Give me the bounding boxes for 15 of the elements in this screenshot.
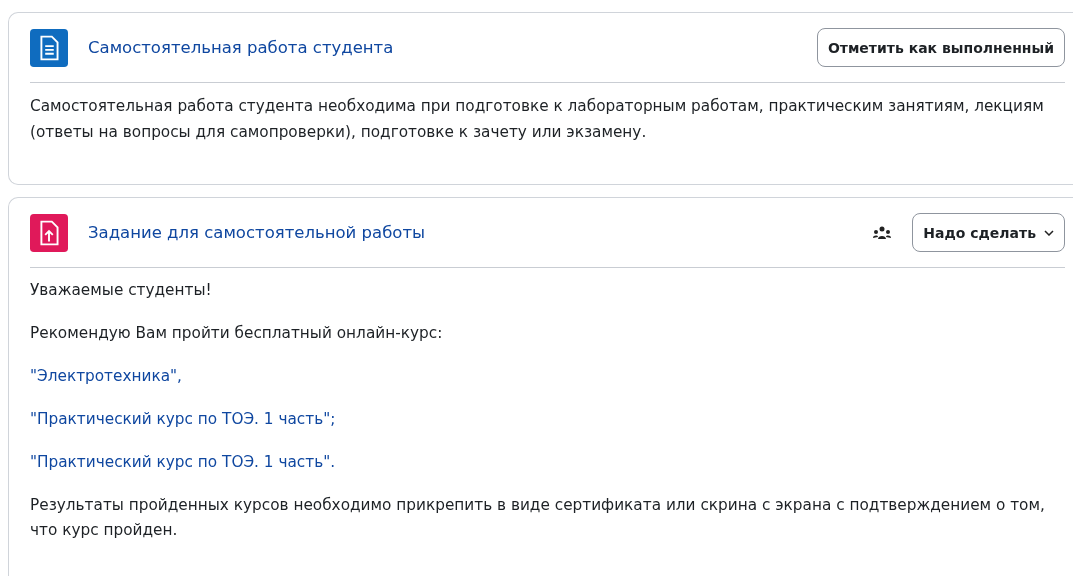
mark-done-button[interactable]: Отметить как выполненный (816, 28, 1065, 67)
activity-title[interactable]: Задание для самостоятельной работы (88, 223, 426, 242)
course-link[interactable]: "Электротехника", (30, 367, 182, 385)
group-icon (872, 224, 893, 241)
caret-icon (1044, 229, 1054, 236)
description-text: Результаты пройденных курсов необходимо прикрепить в виде сертификата или скрина с экрана с подтверждением о том, что курс пройден. (30, 495, 1046, 541)
status-dropdown[interactable]: Надо сделать (912, 213, 1065, 252)
description-text: Самостоятельная работа студента необходима при подготовке к лабораторным работам, практическим занятиям, лекциям (ответы на вопросы для самопроверки), подготовке к зачету или экзамену. (30, 96, 1045, 143)
course-link[interactable]: "Практический курс по ТОЭ. 1 часть"; (30, 410, 336, 428)
file-upload-icon (30, 213, 68, 252)
document-icon (30, 28, 68, 67)
activity-title[interactable]: Самостоятельная работа студента (88, 38, 394, 57)
description-text: Уважаемые студенты! (30, 280, 213, 301)
description-text: Рекомендую Вам пройти бесплатный онлайн-курс: (30, 323, 444, 344)
course-link[interactable]: "Практический курс по ТОЭ. 1 часть". (30, 453, 336, 471)
